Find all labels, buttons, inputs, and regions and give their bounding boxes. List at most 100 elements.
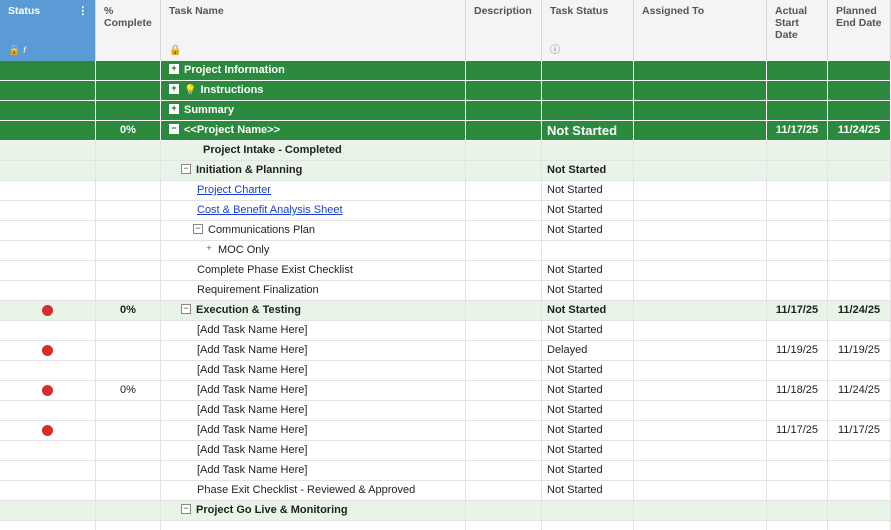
cell-assigned[interactable] [634, 61, 767, 81]
cell-start[interactable] [767, 141, 828, 161]
cell-task[interactable]: [Add Task Name Here] [161, 421, 466, 441]
cell-pct[interactable] [96, 221, 161, 241]
cell-task-status[interactable]: Not Started [542, 401, 634, 421]
cell-task-status[interactable]: Not Started [542, 201, 634, 221]
cell-task[interactable]: Requirement Finalization [161, 281, 466, 301]
cell-start[interactable] [767, 501, 828, 521]
cell-end[interactable] [828, 401, 891, 421]
cell-task[interactable]: − Execution & Testing [161, 301, 466, 321]
cell-desc[interactable] [466, 261, 542, 281]
cell-task-status[interactable]: Not Started [542, 421, 634, 441]
cell-pct[interactable] [96, 321, 161, 341]
cell-task[interactable]: [Add Task Name Here] [161, 341, 466, 361]
table-row[interactable]: Project Charter Not Started [0, 181, 891, 201]
cell-pct[interactable] [96, 81, 161, 101]
cell-status[interactable] [0, 461, 96, 481]
cell-assigned[interactable] [634, 241, 767, 261]
cell-desc[interactable] [466, 381, 542, 401]
cell-start[interactable]: 11/17/25 [767, 301, 828, 321]
cell-start[interactable] [767, 401, 828, 421]
cell-task-status[interactable]: Not Started [542, 181, 634, 201]
cell-assigned[interactable] [634, 521, 767, 530]
column-header-planned-end-date[interactable]: Planned End Date [828, 0, 891, 61]
cell-status[interactable] [0, 181, 96, 201]
table-row[interactable]: [Add Task Name Here] Not Started [0, 361, 891, 381]
cell-task-status[interactable]: Not Started [542, 221, 634, 241]
table-row[interactable]: 0% − <<Project Name>> Not Started 11/17/25 11… [0, 121, 891, 141]
cell-status[interactable] [0, 361, 96, 381]
cell-task-status[interactable]: Not Started [542, 461, 634, 481]
cell-pct[interactable] [96, 361, 161, 381]
cell-end[interactable] [828, 181, 891, 201]
cell-end[interactable] [828, 321, 891, 341]
cell-desc[interactable] [466, 221, 542, 241]
cell-desc[interactable] [466, 441, 542, 461]
cell-status[interactable] [0, 61, 96, 81]
cell-pct[interactable] [96, 161, 161, 181]
table-row[interactable]: + 💡 Instructions [0, 81, 891, 101]
cell-end[interactable] [828, 101, 891, 121]
table-row[interactable]: [Add Task Name Here] Not Started [0, 321, 891, 341]
cell-start[interactable] [767, 481, 828, 501]
cell-task[interactable]: [Add Task Name Here] [161, 461, 466, 481]
cell-task[interactable]: [Add Task Name Here] [161, 321, 466, 341]
info-icon[interactable]: ⓘ [550, 45, 560, 57]
cell-status[interactable] [0, 101, 96, 121]
cell-start[interactable] [767, 101, 828, 121]
cell-pct[interactable] [96, 101, 161, 121]
cell-end[interactable] [828, 461, 891, 481]
table-row[interactable]: − Communications Plan Not Started [0, 221, 891, 241]
cell-pct[interactable] [96, 201, 161, 221]
cell-start[interactable] [767, 241, 828, 261]
cell-status[interactable] [0, 521, 96, 530]
cell-task-status[interactable] [542, 81, 634, 101]
cell-task-status[interactable]: Not Started [542, 121, 634, 141]
cell-pct[interactable] [96, 421, 161, 441]
table-row[interactable]: − Initiation & Planning Not Started [0, 161, 891, 181]
cell-start[interactable] [767, 201, 828, 221]
cell-end[interactable]: 11/24/25 [828, 301, 891, 321]
cell-pct[interactable]: 0% [96, 381, 161, 401]
cell-status[interactable] [0, 141, 96, 161]
cell-desc[interactable] [466, 241, 542, 261]
cell-assigned[interactable] [634, 221, 767, 241]
cell-task-status[interactable]: Delayed [542, 341, 634, 361]
cell-pct[interactable] [96, 461, 161, 481]
column-header-task-name[interactable]: Task Name 🔒 [161, 0, 466, 61]
cell-status[interactable] [0, 161, 96, 181]
cell-desc[interactable] [466, 181, 542, 201]
cell-desc[interactable] [466, 421, 542, 441]
cell-end[interactable] [828, 201, 891, 221]
cell-task[interactable]: [Add Task Name Here] [161, 401, 466, 421]
cell-task[interactable]: Cost & Benefit Analysis Sheet [161, 201, 466, 221]
cell-start[interactable]: 11/17/25 [767, 121, 828, 141]
cell-desc[interactable] [466, 81, 542, 101]
column-header-assigned-to[interactable]: Assigned To [634, 0, 767, 61]
cell-task-status[interactable]: Not Started [542, 381, 634, 401]
cell-task[interactable]: + Project Information [161, 61, 466, 81]
cell-desc[interactable] [466, 101, 542, 121]
cell-task-status[interactable] [542, 61, 634, 81]
cell-task[interactable]: − Project Go Live & Monitoring [161, 501, 466, 521]
cell-end[interactable] [828, 361, 891, 381]
table-row[interactable]: Requirement Finalization Not Started [0, 281, 891, 301]
cell-status[interactable] [0, 441, 96, 461]
cell-task-status[interactable]: Not Started [542, 261, 634, 281]
cell-end[interactable] [828, 441, 891, 461]
cell-task-status[interactable]: Not Started [542, 281, 634, 301]
table-row[interactable]: + Summary [0, 101, 891, 121]
cell-task-status[interactable] [542, 101, 634, 121]
column-header-percent-complete[interactable]: % Complete [96, 0, 161, 61]
cell-task[interactable]: Project Charter [161, 181, 466, 201]
cell-end[interactable]: 11/24/25 [828, 121, 891, 141]
cell-status[interactable] [0, 121, 96, 141]
cell-start[interactable] [767, 461, 828, 481]
table-row[interactable] [0, 521, 891, 530]
cell-task[interactable]: [Add Task Name Here] [161, 361, 466, 381]
cell-assigned[interactable] [634, 481, 767, 501]
cell-status[interactable] [0, 201, 96, 221]
table-row[interactable]: [Add Task Name Here] Not Started [0, 461, 891, 481]
cell-assigned[interactable] [634, 261, 767, 281]
cell-start[interactable] [767, 261, 828, 281]
cell-start[interactable] [767, 221, 828, 241]
